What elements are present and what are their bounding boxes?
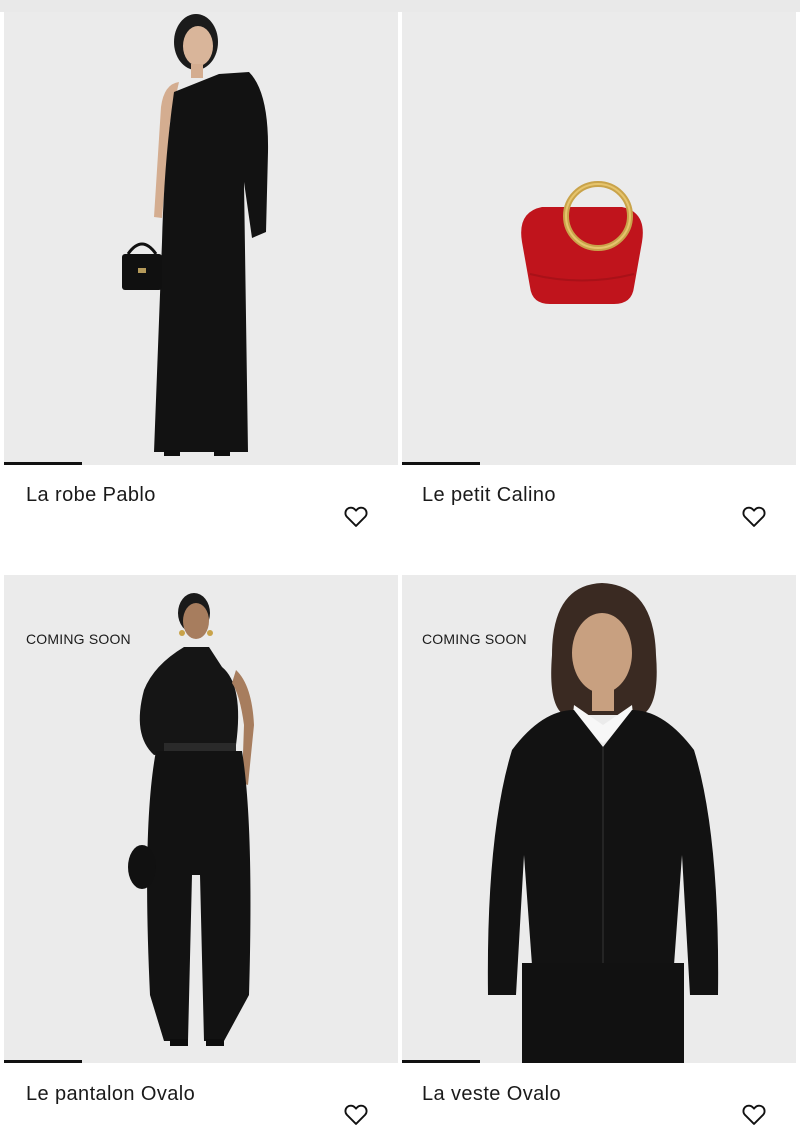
image-slider-indicator: [402, 1060, 480, 1063]
product-image[interactable]: [4, 12, 398, 465]
product-card-robe-pablo[interactable]: La robe Pablo: [4, 12, 398, 552]
coming-soon-badge: COMING SOON: [422, 631, 527, 647]
product-name[interactable]: La robe Pablo: [26, 484, 156, 507]
wishlist-heart-icon[interactable]: [342, 502, 370, 530]
image-slider-indicator: [4, 462, 82, 465]
product-card-pantalon-ovalo[interactable]: COMING SOON Le pantalon Ovalo: [4, 575, 398, 1146]
image-slider-indicator: [4, 1060, 82, 1063]
product-image[interactable]: [402, 575, 796, 1063]
image-slider-indicator: [402, 462, 480, 465]
product-card-veste-ovalo[interactable]: COMING SOON La veste Ovalo: [402, 575, 796, 1146]
product-name[interactable]: Le petit Calino: [422, 484, 556, 507]
product-name[interactable]: La veste Ovalo: [422, 1083, 561, 1106]
coming-soon-badge: COMING SOON: [26, 631, 131, 647]
wishlist-heart-icon[interactable]: [740, 502, 768, 530]
product-name[interactable]: Le pantalon Ovalo: [26, 1083, 195, 1106]
product-image[interactable]: [402, 12, 796, 465]
product-card-petit-calino[interactable]: Le petit Calino: [402, 12, 796, 552]
product-image[interactable]: [4, 575, 398, 1063]
wishlist-heart-icon[interactable]: [342, 1100, 370, 1128]
top-divider: [0, 0, 800, 12]
wishlist-heart-icon[interactable]: [740, 1100, 768, 1128]
